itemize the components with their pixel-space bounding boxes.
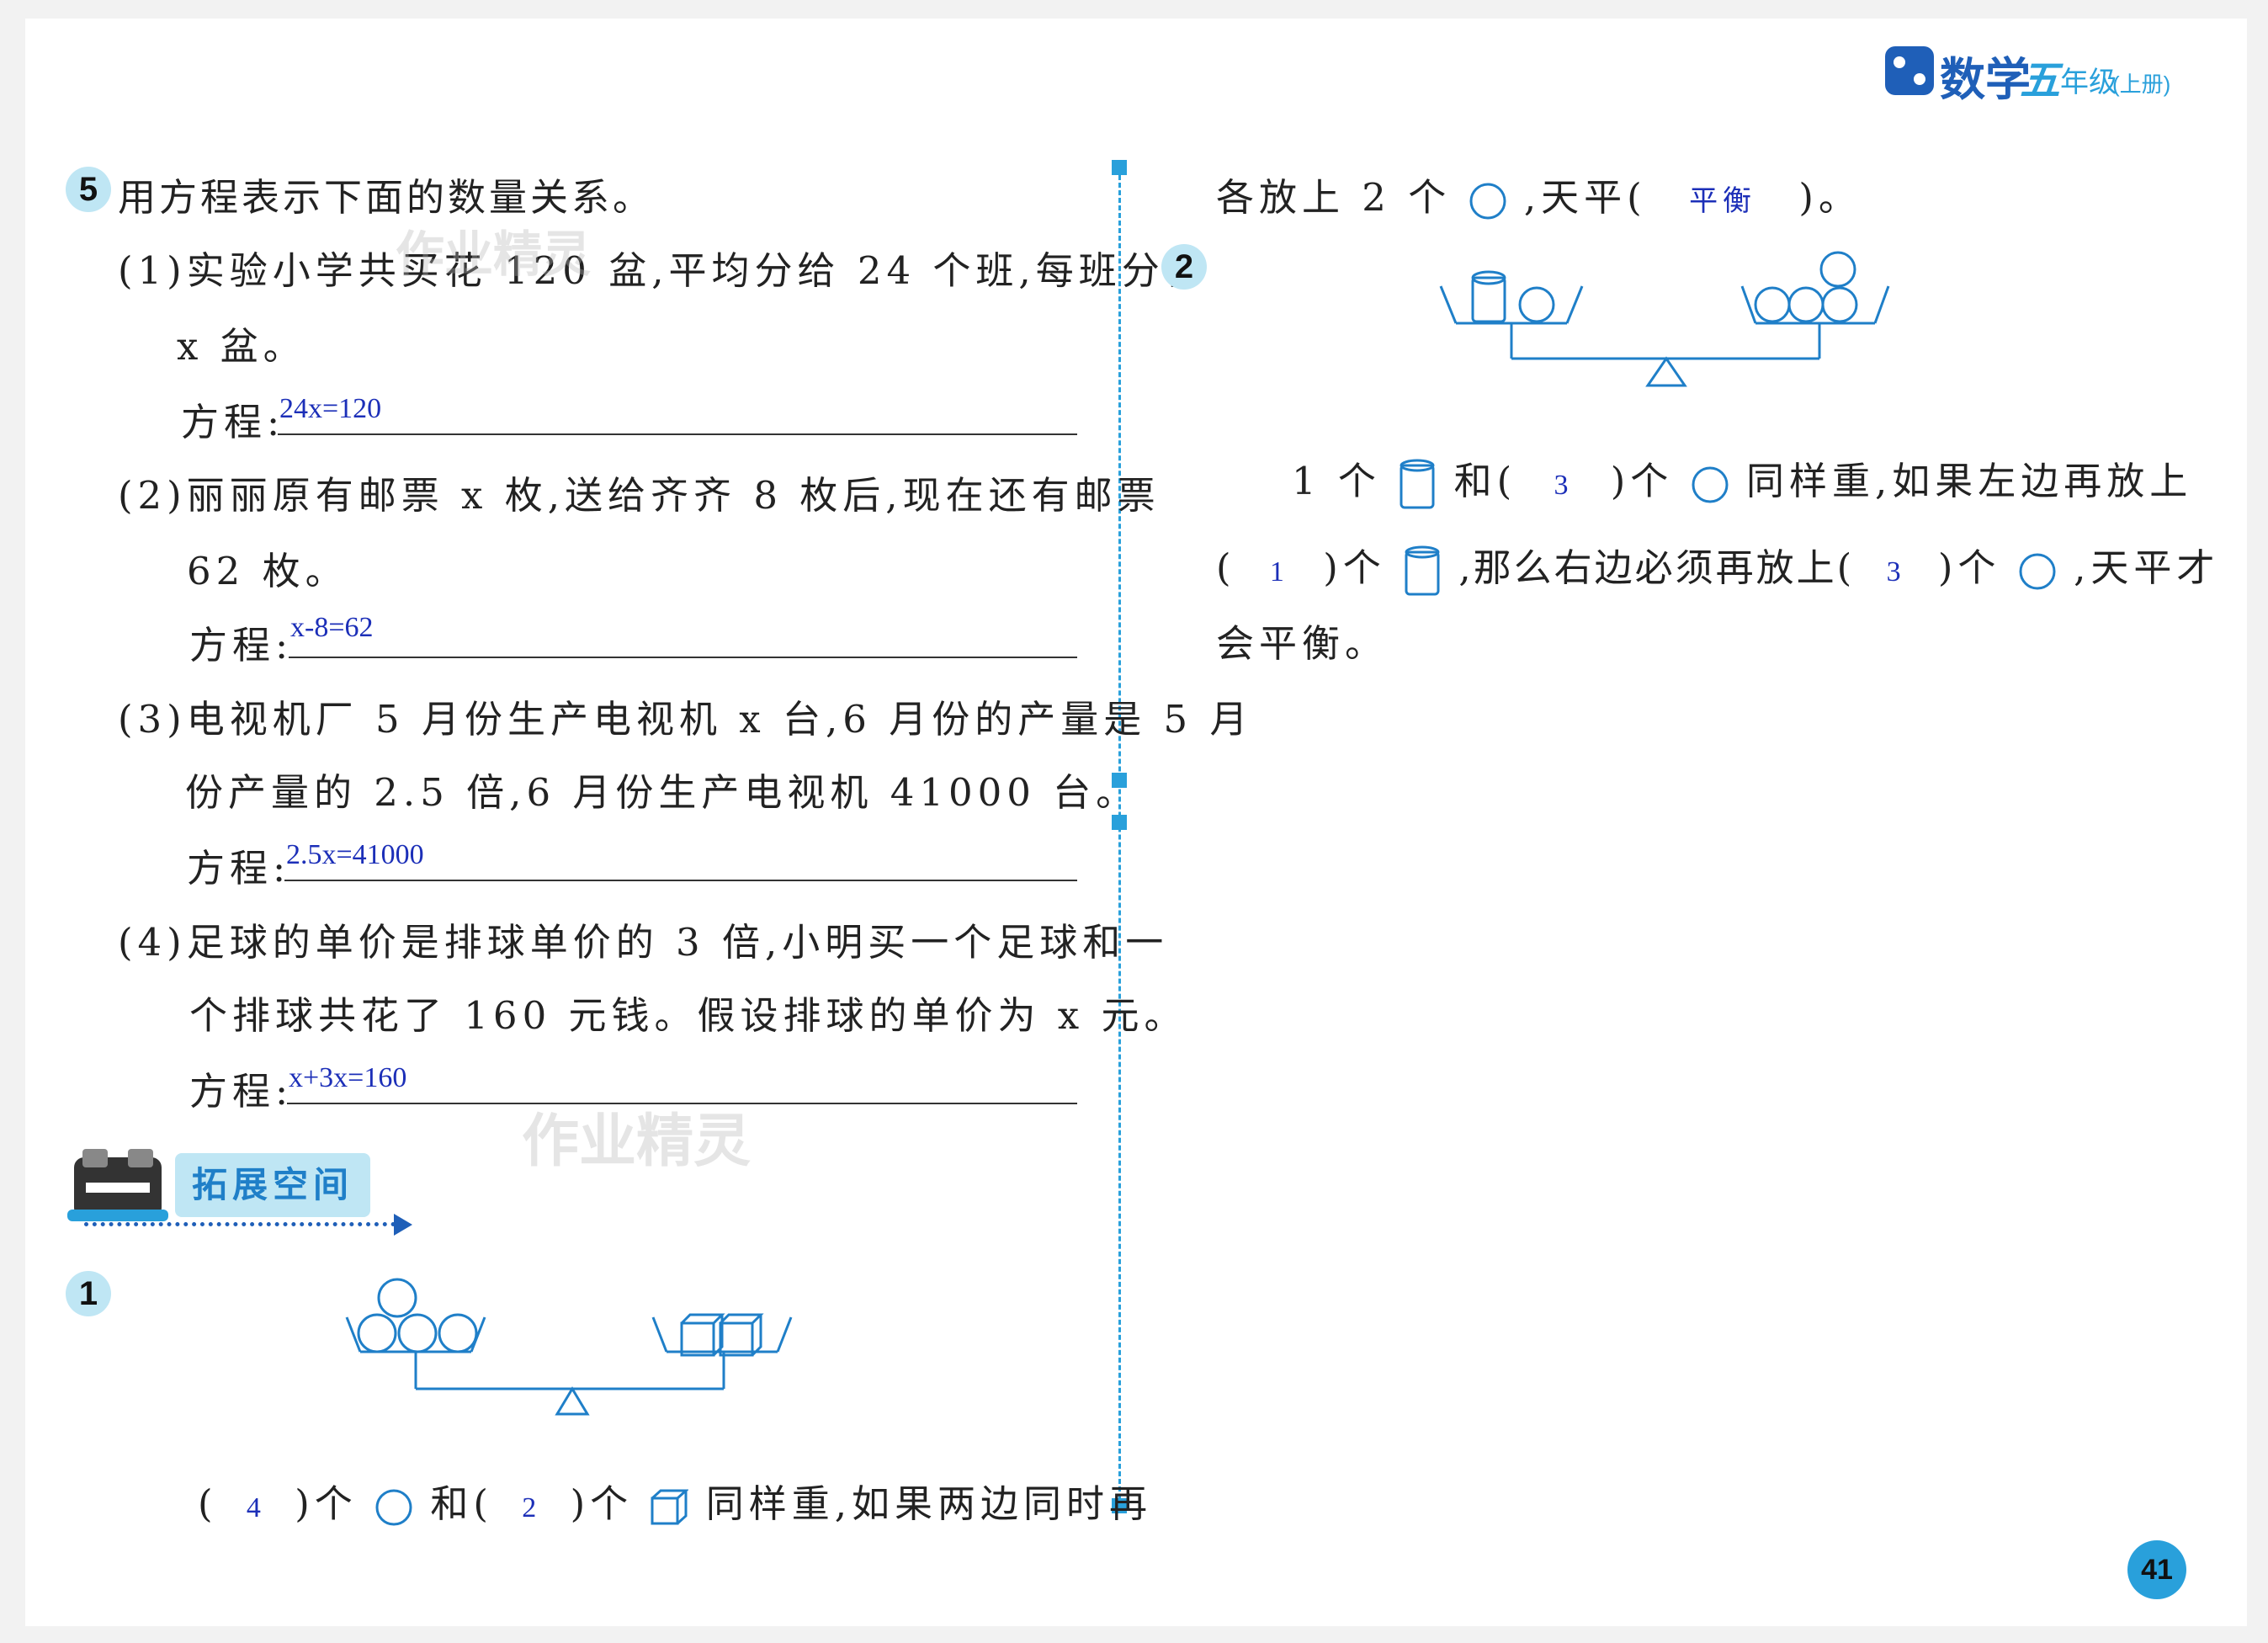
arrow-icon bbox=[394, 1214, 412, 1236]
q5-item1-line1: (1)实验小学共买花 120 盆,平均分给 24 个班,每班分得 bbox=[118, 248, 1208, 293]
ex1-answer-balance: 平衡 bbox=[1689, 186, 1757, 217]
ex2-text: 和( bbox=[1453, 459, 1517, 503]
ex2-text: ( bbox=[1216, 545, 1236, 590]
ex1-cont-text: )。 bbox=[1798, 175, 1862, 220]
column-divider bbox=[1118, 160, 1121, 1507]
equation-answer: 2.5x=41000 bbox=[286, 839, 424, 870]
question-number-badge: 1 bbox=[66, 1271, 111, 1316]
ex1-continuation: 各放上 2 个 ,天平( 平衡 )。 bbox=[1216, 167, 1862, 221]
cylinder-icon bbox=[1405, 545, 1440, 595]
header-volume: (上册) bbox=[2112, 72, 2171, 97]
answer-line bbox=[284, 880, 1077, 881]
q5-item4-line1: (4)足球的单价是排球单价的 3 倍,小明买一个足球和一 bbox=[118, 920, 1169, 965]
equation-label: 方程: bbox=[181, 400, 285, 444]
q5-item2-line2: 62 枚。 bbox=[187, 549, 348, 593]
cylinder-icon bbox=[1400, 459, 1435, 508]
ex2-text: 同样重,如果左边再放上 bbox=[1745, 459, 2193, 503]
ex1-text: )个 bbox=[295, 1481, 358, 1526]
ex2-text: )个 bbox=[1610, 459, 1674, 503]
ex2-text: )个 bbox=[1323, 545, 1386, 590]
q5-item1-line2: x 盆。 bbox=[177, 324, 306, 369]
q5-item4-line2: 个排球共花了 160 元钱。假设排球的单价为 x 元。 bbox=[189, 993, 1187, 1038]
watermark: 作业精灵 bbox=[396, 227, 592, 282]
ex2-answer-3: 3 bbox=[1886, 556, 1906, 588]
cube-icon bbox=[651, 1489, 689, 1524]
ex1-cont-text: 各放上 2 个 bbox=[1216, 175, 1452, 220]
header-grade-suffix: 年级 bbox=[2060, 66, 2117, 98]
divider-marker bbox=[1112, 160, 1127, 175]
ex2-text: )个 bbox=[1937, 545, 2001, 590]
page-number: 41 bbox=[2127, 1540, 2186, 1599]
circle-icon bbox=[1469, 183, 1506, 219]
question-number-badge: 5 bbox=[66, 167, 111, 212]
answer-line bbox=[278, 433, 1077, 435]
circle-icon bbox=[375, 1489, 412, 1525]
circle-icon bbox=[1692, 466, 1729, 502]
section-title: 拓展空间 bbox=[175, 1153, 370, 1217]
ex2-text: 1 个 bbox=[1292, 459, 1381, 503]
ex1-text: )个 bbox=[570, 1481, 634, 1526]
equation-label: 方程: bbox=[189, 623, 294, 667]
answer-line bbox=[289, 657, 1077, 658]
ex1-answer-count-cube: 2 bbox=[522, 1492, 542, 1523]
watermark: 作业精灵 bbox=[522, 1109, 752, 1173]
ex2-answer-2: 1 bbox=[1269, 556, 1289, 588]
section-mascot-icon bbox=[67, 1149, 168, 1221]
equation-label: 方程: bbox=[187, 846, 291, 891]
ex2-text: ,那么右边必须再放上( bbox=[1458, 545, 1855, 590]
divider-marker bbox=[1112, 815, 1127, 830]
section-underline bbox=[84, 1222, 396, 1226]
question-number-badge: 2 bbox=[1161, 244, 1207, 290]
ex2-text: ,天平才 bbox=[2074, 545, 2220, 590]
ex1-line: ( 4 )个 和( 2 )个 同样重,如果两边同时再 bbox=[198, 1473, 1152, 1528]
q5-item3-line1: (3)电视机厂 5 月份生产电视机 x 台,6 月份的产量是 5 月 bbox=[118, 697, 1253, 742]
equation-answer: x-8=62 bbox=[290, 612, 374, 643]
question-title: 用方程表示下面的数量关系。 bbox=[118, 175, 655, 220]
ex1-paren: ( bbox=[198, 1481, 218, 1526]
q5-item2-line1: (2)丽丽原有邮票 x 枚,送给齐齐 8 枚后,现在还有邮票 bbox=[118, 473, 1161, 518]
ex1-answer-count-circle: 4 bbox=[246, 1492, 266, 1523]
equation-answer: x+3x=160 bbox=[289, 1062, 407, 1093]
ex1-cont-text: ,天平( bbox=[1523, 175, 1647, 220]
equation-answer: 24x=120 bbox=[279, 393, 382, 424]
ex2-line1: 1 个 和( 3 )个 同样重,如果左边再放上 bbox=[1292, 450, 2192, 511]
equation-label: 方程: bbox=[189, 1069, 294, 1114]
ex1-text: 同样重,如果两边同时再 bbox=[705, 1481, 1153, 1526]
balance-scale-2 bbox=[1439, 251, 1890, 387]
book-logo-icon bbox=[1885, 46, 1934, 95]
ex2-line2: ( 1 )个 ,那么右边必须再放上( 3 )个 ,天平才 bbox=[1216, 537, 2219, 598]
ex2-line3: 会平衡。 bbox=[1216, 621, 1389, 666]
header-grade: 五 bbox=[2020, 59, 2061, 104]
ex2-answer-1: 3 bbox=[1554, 470, 1574, 501]
header-brand: 数学 bbox=[1940, 55, 2031, 105]
ex1-text: 和( bbox=[430, 1481, 493, 1526]
q5-item3-line2: 份产量的 2.5 倍,6 月份生产电视机 41000 台。 bbox=[185, 770, 1139, 815]
circle-icon bbox=[2019, 553, 2056, 589]
balance-scale-1 bbox=[345, 1278, 793, 1416]
